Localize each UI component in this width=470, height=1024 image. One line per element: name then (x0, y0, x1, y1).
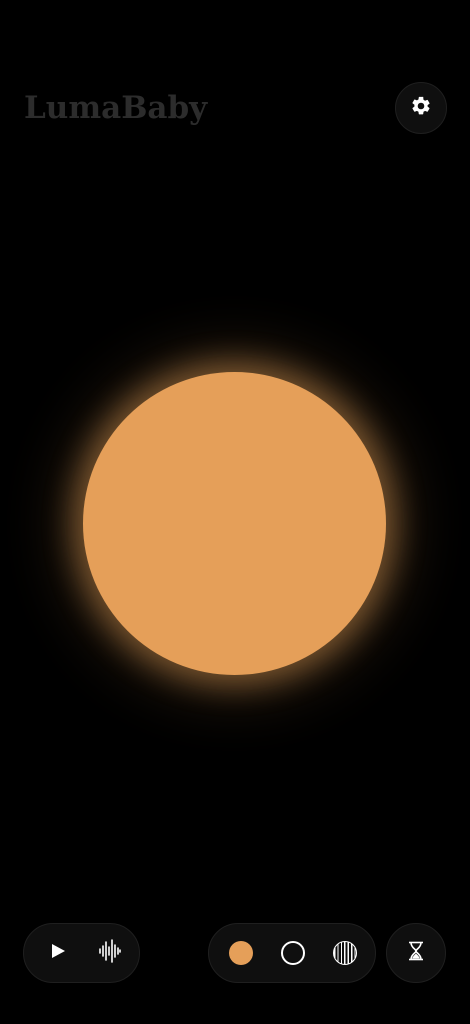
striped-circle-icon (333, 941, 357, 965)
play-button[interactable] (32, 927, 84, 979)
light-mode-striped-button[interactable] (319, 927, 371, 979)
light-mode-ring-button[interactable] (267, 927, 319, 979)
app-title: LumaBaby (24, 90, 208, 126)
light-mode-selector (208, 923, 376, 983)
hourglass-icon (408, 941, 424, 965)
night-light-orb[interactable] (83, 372, 386, 675)
gear-icon (410, 95, 432, 121)
light-mode-solid-button[interactable] (215, 927, 267, 979)
waveform-icon (99, 939, 121, 967)
ring-circle-icon (281, 941, 305, 965)
sound-button[interactable] (84, 927, 136, 979)
play-icon (50, 943, 66, 963)
settings-button[interactable] (395, 82, 447, 134)
playback-controls (23, 923, 140, 983)
solid-circle-icon (229, 941, 253, 965)
app-screen: LumaBaby (0, 0, 470, 1024)
timer-button[interactable] (386, 923, 446, 983)
